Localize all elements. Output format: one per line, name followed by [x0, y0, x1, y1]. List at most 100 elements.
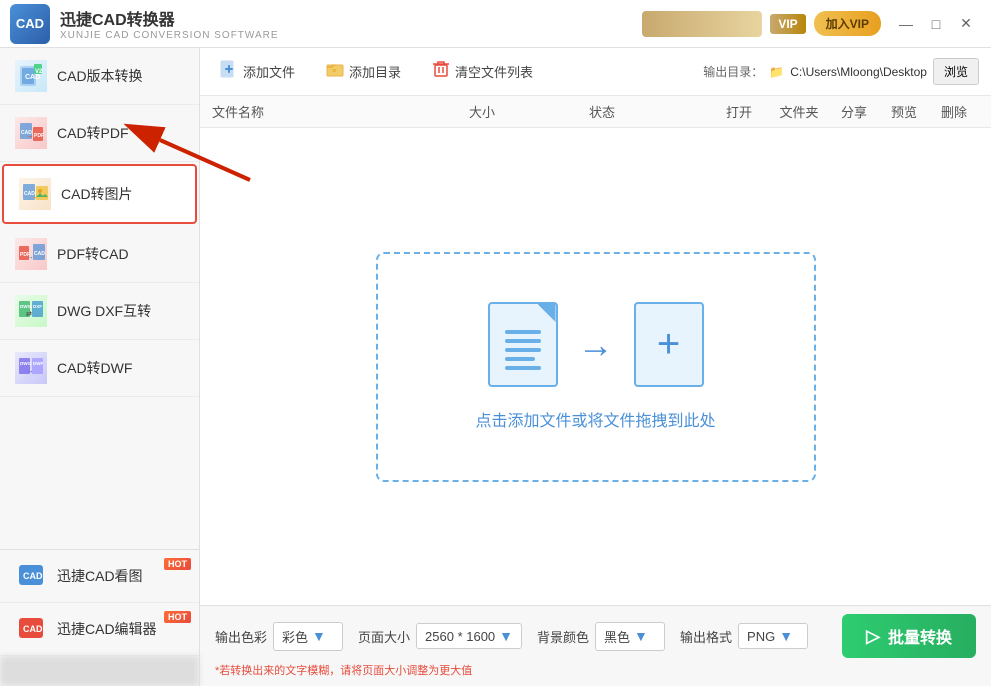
bg-color-arrow-icon: ▼	[634, 628, 648, 644]
hint-text: *若转换出来的文字模糊，请将页面大小调整为更大值	[215, 662, 976, 678]
doc-line-2	[505, 339, 541, 343]
toolbar: 添加文件 ≡ 添加目录	[200, 48, 991, 96]
page-size-label: 页面大小	[358, 627, 410, 646]
vip-area: VIP 加入VIP	[642, 11, 881, 37]
svg-text:DXF: DXF	[33, 304, 42, 309]
sidebar: CAD V2 CAD版本转换 CAD → PDF	[0, 48, 200, 686]
sidebar-item-pdf-cad[interactable]: PDF → CAD PDF转CAD	[0, 226, 199, 283]
close-button[interactable]: ✕	[951, 9, 981, 39]
page-size-group: 页面大小 2560 * 1600 ▼	[358, 623, 522, 649]
col-header-size: 大小	[469, 102, 589, 121]
document-lines	[505, 330, 541, 370]
play-icon: ▷	[866, 626, 880, 647]
drop-box[interactable]: → + 点击添加文件或将文件拖拽到此处	[376, 252, 816, 482]
app-wrapper: CAD 迅捷CAD转换器 XUNJIE CAD CONVERSION SOFTW…	[0, 0, 991, 686]
app-logo: CAD	[10, 4, 50, 44]
drop-zone[interactable]: → + 点击添加文件或将文件拖拽到此处	[200, 128, 991, 605]
cad-viewer-icon: CAD	[15, 560, 47, 592]
svg-text:CAD: CAD	[25, 74, 40, 81]
bg-color-select[interactable]: 黑色 ▼	[595, 622, 665, 651]
add-file-icon	[220, 60, 238, 83]
add-dir-button[interactable]: ≡ 添加目录	[318, 56, 409, 87]
output-format-label: 输出格式	[680, 627, 732, 646]
sidebar-item-cad-version[interactable]: CAD V2 CAD版本转换	[0, 48, 199, 105]
output-color-arrow-icon: ▼	[312, 628, 326, 644]
svg-text:PDF: PDF	[34, 133, 44, 139]
drop-text: 点击添加文件或将文件拖拽到此处	[475, 407, 715, 431]
sidebar-label-cad-version: CAD版本转换	[57, 66, 143, 86]
doc-line-1	[505, 330, 541, 334]
col-header-open: 打开	[709, 102, 769, 121]
add-file-button[interactable]: 添加文件	[212, 56, 303, 87]
output-color-group: 输出色彩 彩色 ▼	[215, 622, 343, 651]
vip-badge: VIP	[770, 14, 805, 34]
output-dir: 输出目录： 📁 C:\Users\Mloong\Desktop 浏览	[703, 58, 979, 85]
bottom-bar: 输出色彩 彩色 ▼ 页面大小 2560 * 1600 ▼	[200, 605, 991, 686]
folder-icon: 📁	[769, 65, 784, 79]
svg-text:→: →	[26, 252, 34, 261]
doc-line-3	[505, 348, 541, 352]
page-size-value: 2560 * 1600	[425, 629, 495, 644]
maximize-button[interactable]: □	[921, 9, 951, 39]
pdf-cad-icon: PDF → CAD	[15, 238, 47, 270]
clear-list-button[interactable]: 清空文件列表	[424, 56, 541, 87]
sidebar-label-cad-dwf: CAD转DWF	[57, 358, 132, 378]
sidebar-item-cad-dwf[interactable]: DWG → DWF CAD转DWF	[0, 340, 199, 397]
cad-dwf-icon: DWG → DWF	[15, 352, 47, 384]
col-header-folder: 文件夹	[769, 102, 829, 121]
output-color-select[interactable]: 彩色 ▼	[273, 622, 343, 651]
document-icon	[488, 302, 558, 387]
output-format-value: PNG	[747, 629, 775, 644]
sidebar-item-dwg-dxf[interactable]: DWG ⇄ DXF DWG DXF互转	[0, 283, 199, 340]
svg-text:≡: ≡	[332, 68, 336, 75]
content-area: 添加文件 ≡ 添加目录	[200, 48, 991, 686]
title-text: 迅捷CAD转换器 XUNJIE CAD CONVERSION SOFTWARE	[60, 6, 642, 41]
sidebar-label-cad-pdf: CAD转PDF	[57, 123, 129, 143]
col-header-delete: 删除	[929, 102, 979, 121]
col-header-preview: 预览	[879, 102, 929, 121]
svg-text:DWG: DWG	[20, 304, 31, 309]
svg-text:CAD: CAD	[23, 571, 43, 581]
svg-text:DWF: DWF	[33, 361, 43, 366]
browse-button[interactable]: 浏览	[933, 58, 979, 85]
col-header-share: 分享	[829, 102, 879, 121]
svg-text:CAD: CAD	[23, 624, 43, 634]
add-dir-label: 添加目录	[349, 62, 401, 81]
output-format-select[interactable]: PNG ▼	[738, 623, 808, 649]
sidebar-label-pdf-cad: PDF转CAD	[57, 244, 129, 264]
vip-display-box	[642, 11, 762, 37]
sidebar-label-cad-viewer: 迅捷CAD看图	[57, 566, 143, 586]
dwg-dxf-icon: DWG ⇄ DXF	[15, 295, 47, 327]
doc-line-5	[505, 366, 541, 370]
app-name: 迅捷CAD转换器	[60, 6, 642, 30]
table-header: 文件名称 大小 状态 打开 文件夹 分享 预览 删除	[200, 96, 991, 128]
window-controls: — □ ✕	[891, 9, 981, 39]
app-subtitle: XUNJIE CAD CONVERSION SOFTWARE	[60, 30, 642, 41]
sidebar-item-cad-pdf[interactable]: CAD → PDF CAD转PDF	[0, 105, 199, 162]
sidebar-item-cad-img[interactable]: CAD → CAD转图片	[2, 164, 197, 224]
cad-editor-icon: CAD	[15, 613, 47, 645]
output-format-group: 输出格式 PNG ▼	[680, 623, 808, 649]
title-bar: CAD 迅捷CAD转换器 XUNJIE CAD CONVERSION SOFTW…	[0, 0, 991, 48]
logo-text: CAD	[16, 16, 44, 31]
sidebar-spacer	[0, 397, 199, 549]
clear-list-icon	[432, 60, 450, 83]
output-color-label: 输出色彩	[215, 627, 267, 646]
sidebar-bottom: CAD 迅捷CAD看图 HOT CAD 迅捷CAD编辑器 HOT	[0, 549, 199, 686]
col-header-name: 文件名称	[212, 102, 469, 121]
bottom-controls: 输出色彩 彩色 ▼ 页面大小 2560 * 1600 ▼	[215, 614, 976, 658]
cad-version-icon: CAD V2	[15, 60, 47, 92]
sidebar-label-dwg-dxf: DWG DXF互转	[57, 301, 151, 321]
convert-label: 批量转换	[888, 624, 952, 648]
output-format-arrow-icon: ▼	[779, 628, 793, 644]
cad-pdf-icon: CAD → PDF	[15, 117, 47, 149]
join-vip-button[interactable]: 加入VIP	[814, 11, 881, 36]
sidebar-label-cad-editor: 迅捷CAD编辑器	[57, 619, 157, 639]
minimize-button[interactable]: —	[891, 9, 921, 39]
sidebar-item-cad-editor[interactable]: CAD 迅捷CAD编辑器 HOT	[0, 603, 199, 656]
add-dir-icon: ≡	[326, 60, 344, 83]
sidebar-item-cad-viewer[interactable]: CAD 迅捷CAD看图 HOT	[0, 550, 199, 603]
output-color-value: 彩色	[282, 627, 308, 646]
page-size-select[interactable]: 2560 * 1600 ▼	[416, 623, 522, 649]
convert-button[interactable]: ▷ 批量转换	[842, 614, 976, 658]
